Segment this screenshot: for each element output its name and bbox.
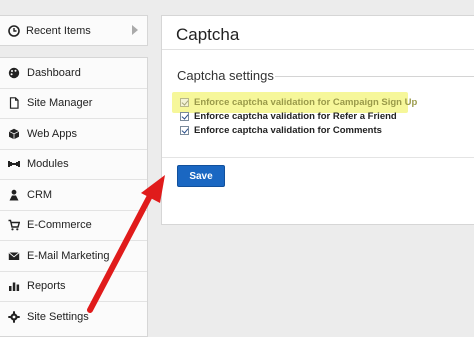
cube-icon (8, 128, 20, 140)
actions-divider (162, 157, 474, 158)
sidebar-item-e-commerce[interactable]: E-Commerce (0, 211, 147, 241)
chevron-right-icon (132, 25, 138, 35)
sidebar-item-site-settings[interactable]: Site Settings (0, 302, 147, 333)
refer-friend-checkbox[interactable] (180, 112, 189, 121)
captcha-panel: Captcha Captcha settings Enforce captcha… (161, 15, 474, 225)
page-title: Captcha (176, 25, 240, 44)
sidebar-item-label: Site Manager (27, 97, 93, 110)
sidebar-item-label: Dashboard (27, 66, 81, 79)
envelope-icon (8, 250, 20, 262)
gear-icon (8, 311, 20, 323)
sidebar-item-site-manager[interactable]: Site Manager (0, 89, 147, 119)
puzzle-icon (8, 158, 20, 170)
section-title: Captcha settings (177, 68, 274, 83)
campaign-signup-label: Enforce captcha validation for Campaign … (194, 97, 418, 108)
sidebar-nav: Dashboard Site Manager Web Apps Modules … (0, 57, 148, 337)
cart-icon (8, 219, 20, 231)
sidebar-item-e-mail-marketing[interactable]: E-Mail Marketing (0, 241, 147, 272)
comments-label: Enforce captcha validation for Comments (194, 125, 382, 136)
sidebar-item-label: Reports (27, 280, 66, 293)
sidebar-item-dashboard[interactable]: Dashboard (0, 58, 147, 89)
user-icon (8, 189, 20, 201)
sidebar-item-label: E-Mail Marketing (27, 249, 110, 262)
captcha-campaign-signup-option[interactable]: Enforce captcha validation for Campaign … (180, 97, 417, 108)
sidebar-item-label: Site Settings (27, 311, 89, 324)
section-divider (275, 76, 474, 77)
recent-items-button[interactable]: Recent Items (0, 15, 148, 46)
sidebar-item-label: E-Commerce (27, 219, 92, 232)
refer-friend-label: Enforce captcha validation for Refer a F… (194, 111, 397, 122)
palette-icon (8, 67, 20, 79)
sidebar-item-reports[interactable]: Reports (0, 272, 147, 302)
sidebar-item-label: Web Apps (27, 127, 77, 140)
document-icon (8, 97, 20, 110)
sidebar-item-web-apps[interactable]: Web Apps (0, 119, 147, 150)
title-divider (162, 49, 474, 50)
captcha-comments-option[interactable]: Enforce captcha validation for Comments (180, 125, 382, 136)
captcha-refer-friend-option[interactable]: Enforce captcha validation for Refer a F… (180, 111, 397, 122)
sidebar-item-label: CRM (27, 188, 53, 201)
sidebar-item-modules[interactable]: Modules (0, 150, 147, 180)
clock-icon (8, 24, 20, 37)
comments-checkbox[interactable] (180, 126, 189, 135)
bar-chart-icon (8, 280, 20, 292)
campaign-signup-checkbox[interactable] (180, 98, 189, 107)
recent-items-label: Recent Items (26, 24, 91, 37)
save-button[interactable]: Save (177, 165, 225, 187)
sidebar-item-label: Modules (27, 158, 69, 171)
sidebar-item-crm[interactable]: CRM (0, 180, 147, 211)
